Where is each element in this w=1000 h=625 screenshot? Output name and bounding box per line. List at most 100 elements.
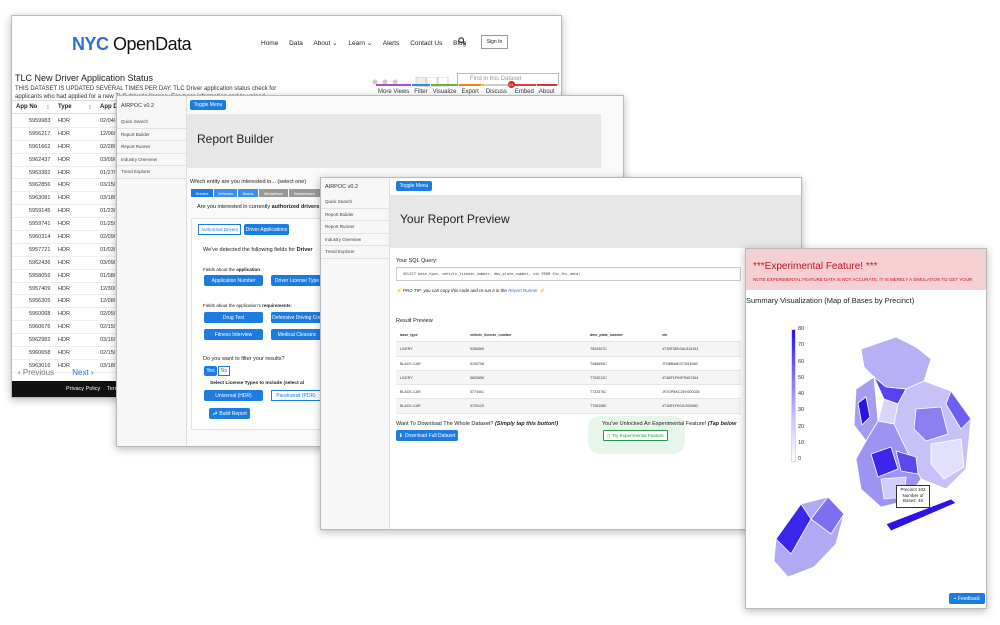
col-sort-icon[interactable]: ⁝ — [47, 104, 49, 111]
table-cell: 02/09/ — [100, 234, 116, 241]
page-hero: Your Report Preview — [390, 195, 801, 248]
entity-vehicles[interactable]: Vehicles — [214, 189, 237, 197]
table-cell: HDR — [58, 285, 70, 292]
result-cell: T709012C — [590, 375, 607, 380]
table-cell: 12/06/ — [100, 130, 116, 137]
license-universal-hdr[interactable]: Universal (HDR) — [204, 390, 263, 401]
feedback-button[interactable]: ▪ Feedback — [949, 593, 985, 604]
nav-contact-us[interactable]: Contact Us — [410, 40, 442, 47]
entity-drivers[interactable]: Drivers — [191, 189, 213, 197]
subtab-driver-applications[interactable]: Driver Applications — [244, 224, 289, 235]
field-fitness-interview[interactable]: Fitness Interview — [204, 329, 263, 340]
sidebar-item-quick-search[interactable]: Quick Search — [117, 116, 186, 129]
table-cell: 5960658 — [29, 350, 51, 357]
feedback-label: Feedback — [957, 595, 980, 602]
filter-yes-button[interactable]: Yes — [204, 366, 217, 376]
result-column-header: dmv_plate_number — [590, 333, 623, 337]
sidebar-item-report-builder[interactable]: Report Builder — [117, 129, 186, 141]
table-cell: 5957409 — [29, 285, 51, 292]
experimental-banner: ***Experimental Feature! *** NOTE EXPERI… — [746, 249, 986, 290]
table-cell: 01/27/ — [100, 169, 116, 176]
unlock-bold: (Tap below — [707, 421, 737, 427]
table-cell: 03/16/ — [100, 337, 116, 344]
table-cell: HDR — [58, 130, 70, 137]
sidebar-item-industry-overview[interactable]: Industry Overview — [117, 154, 186, 166]
discuss-badge: 21 — [507, 81, 515, 88]
table-cell: 5960676 — [29, 324, 51, 331]
col-app-no[interactable]: App No — [16, 104, 37, 110]
sidebar-item-report-builder[interactable]: Report Builder — [321, 209, 389, 221]
page-title: Your Report Preview — [400, 212, 510, 226]
sidebar-item-industry-overview[interactable]: Industry Overview — [321, 234, 389, 246]
field-driver-license-type[interactable]: Driver License Type — [271, 275, 323, 286]
brand-title: AIRPOC v0.2 — [121, 103, 155, 109]
table-cell: 02/15/ — [100, 324, 116, 331]
entity-businesses[interactable]: Businesses — [289, 189, 320, 197]
table-cell: HDR — [58, 324, 70, 331]
unlock-pre: You've Unlocked An Experimental Feature! — [602, 421, 708, 427]
sidebar-item-quick-search[interactable]: Quick Search — [321, 196, 389, 209]
result-row: BLACK-CAR 5774461 T723376C JF2GPBKC2EH30032… — [396, 385, 741, 400]
nav-home[interactable]: Home — [261, 40, 278, 47]
table-cell: 12/08/ — [100, 298, 116, 305]
next-link[interactable]: Next › — [72, 368, 93, 377]
subtab-authorized-drivers[interactable]: Authorized Drivers — [198, 224, 241, 235]
toggle-menu-button[interactable]: Toggle Menu — [190, 100, 226, 110]
table-cell: HDR — [58, 311, 70, 318]
license-paratransit-pdr[interactable]: Paratransit (PDR) — [271, 390, 321, 401]
download-question: Want To Download The Whole Dataset? (Sim… — [396, 421, 558, 427]
sidebar-item-trend-explorer[interactable]: Trend Explorer — [117, 166, 186, 179]
result-cell: 5774461 — [470, 390, 484, 395]
toggle-menu-button[interactable]: Toggle Menu — [396, 181, 432, 191]
filter-no-button[interactable]: No — [218, 366, 230, 376]
build-report-button[interactable]: Build Report — [209, 408, 250, 419]
table-cell: HDR — [58, 234, 70, 241]
table-cell: 01/25/ — [100, 221, 116, 228]
previous-link[interactable]: ‹ Previous — [18, 368, 54, 377]
sidebar-item-report-runner[interactable]: Report Runner — [321, 221, 389, 234]
field-drug-test[interactable]: Drug Test — [204, 312, 263, 323]
nav-data[interactable]: Data — [289, 40, 303, 47]
entity-bases[interactable]: Bases — [238, 189, 258, 197]
col-type[interactable]: Type — [58, 104, 72, 110]
nav-about[interactable]: About ⌄ — [313, 40, 337, 47]
table-cell: 03/15/ — [100, 182, 116, 189]
sidebar: AIRPOC v0.2 Quick Search Report Builder … — [321, 178, 390, 529]
field-application-number[interactable]: Application Number — [204, 275, 263, 286]
precinct-map[interactable] — [766, 329, 981, 584]
search-icon[interactable] — [458, 37, 466, 47]
sidebar-item-trend-explorer[interactable]: Trend Explorer — [321, 246, 389, 259]
sql-query-box[interactable]: SELECT base_type, vehicle_license_number… — [396, 267, 741, 281]
logo-nyc-text: NYC — [72, 34, 109, 54]
result-cell: 4T4BF1FK0FR457364 — [662, 375, 699, 380]
authorized-question-bold: authorized drivers — [271, 204, 320, 210]
table-cell: 01/08/ — [100, 272, 116, 279]
sidebar-item-report-runner[interactable]: Report Runner — [117, 141, 186, 154]
sign-in-button[interactable]: Sign In — [481, 35, 508, 49]
report-runner-link[interactable]: Report Runner — [508, 288, 538, 293]
table-cell: 5957721 — [29, 246, 51, 253]
download-q-pre: Want To Download The Whole Dataset? — [396, 421, 495, 427]
result-cell: BLACK-CAR — [400, 390, 421, 395]
table-cell: 5962856 — [29, 182, 51, 189]
nav-alerts[interactable]: Alerts — [383, 40, 400, 47]
download-full-dataset-button[interactable]: ⬇ Download Full Dataset — [396, 430, 458, 441]
pagination: ‹ Previous Next › — [18, 368, 94, 377]
unlock-text: You've Unlocked An Experimental Feature!… — [602, 421, 736, 427]
result-cell: T486694C — [590, 361, 607, 366]
logo-opendata-text: OpenData — [113, 34, 192, 54]
fields-req-pre: Fields about the application's — [203, 303, 263, 308]
result-row: BLACK-CAR 5729129 T706198C 4T1BF1FK0JU30098… — [396, 399, 741, 414]
table-cell: 5959741 — [29, 221, 51, 228]
nyc-opendata-logo[interactable]: NYC OpenData — [72, 34, 192, 55]
entity-medallions[interactable]: Medallions — [259, 189, 288, 197]
nav-learn[interactable]: Learn ⌄ — [348, 40, 372, 47]
experimental-feature-window: ***Experimental Feature! *** NOTE EXPERI… — [745, 248, 987, 609]
col-sort-icon[interactable]: ⁝ — [89, 104, 91, 111]
try-experimental-feature-button[interactable]: ▯ Try Experimental Feature — [603, 430, 668, 441]
privacy-policy-link[interactable]: Privacy Policy — [66, 386, 100, 392]
build-report-label: Build Report — [219, 410, 247, 417]
table-cell: HDR — [58, 246, 70, 253]
field-defensive-driving[interactable]: Defensive Driving Cou — [271, 312, 323, 323]
field-medical-clearance[interactable]: Medical Clearanc — [271, 329, 323, 340]
